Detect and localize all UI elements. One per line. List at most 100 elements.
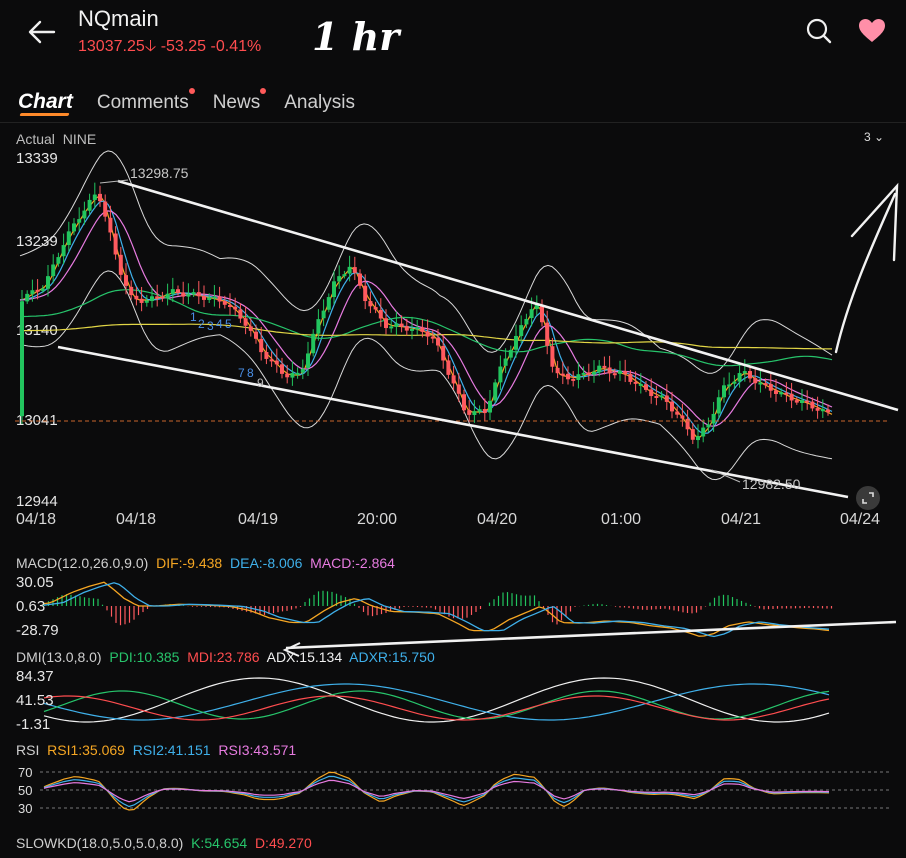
- dmi-tick: 84.37: [16, 668, 54, 685]
- candle-body: [399, 323, 404, 327]
- candle-body: [46, 276, 50, 289]
- rsi-line: [43, 775, 830, 808]
- candle-body: [352, 267, 357, 273]
- candle-body: [124, 275, 128, 286]
- candle-body: [737, 373, 742, 382]
- nine-count-label: 9: [257, 376, 264, 390]
- candle-body: [150, 296, 154, 302]
- candle-body: [77, 219, 82, 223]
- candle-body: [456, 384, 461, 394]
- candle-body: [280, 364, 284, 374]
- nine-count-label: 4: [216, 317, 223, 331]
- candle-body: [389, 326, 394, 329]
- nine-count-label: 2: [198, 317, 205, 331]
- candle-body: [228, 304, 232, 307]
- candle-body: [488, 400, 492, 413]
- macd-dea-line: [43, 582, 830, 638]
- candle-body: [311, 333, 316, 354]
- candle-body: [586, 372, 591, 376]
- nine-count-label: 8: [247, 366, 254, 380]
- candle-body: [451, 375, 456, 384]
- candle-body: [800, 400, 804, 404]
- candle-body: [716, 397, 721, 414]
- candle-body: [212, 296, 217, 299]
- rsi-tick: 70: [18, 765, 33, 780]
- macd-tick: 30.05: [16, 574, 54, 591]
- candle-body: [290, 372, 295, 378]
- candle-body: [373, 307, 378, 310]
- rsi-panel: [43, 771, 830, 811]
- candle-body: [337, 276, 342, 282]
- candle-body: [35, 289, 40, 292]
- candle-body: [139, 298, 144, 303]
- candle-body: [384, 318, 388, 329]
- candle-body: [722, 385, 726, 398]
- candle-body: [649, 389, 654, 397]
- candle-body: [696, 436, 700, 441]
- candle-body: [779, 392, 784, 395]
- nine-count-label: 1: [190, 310, 197, 324]
- price-chart[interactable]: 13298.75 12982.50 1 2 3 4 5 7 8 9: [0, 0, 906, 858]
- candle-body: [628, 373, 633, 382]
- candle-body: [61, 245, 66, 257]
- candle-body: [638, 383, 643, 386]
- candle-body: [207, 297, 212, 301]
- candle-body: [342, 274, 347, 277]
- candle-body: [784, 392, 789, 395]
- candle-body: [129, 286, 134, 296]
- candle-body: [748, 371, 752, 379]
- candle-body: [363, 285, 368, 302]
- candle-body: [820, 409, 825, 412]
- candle-body: [826, 409, 830, 413]
- candle-body: [72, 223, 76, 232]
- macd-header: MACD(12.0,26.0,9.0) DIF:-9.438 DEA:-8.00…: [16, 555, 395, 571]
- rsi-header: RSI RSI1:35.069 RSI2:41.151 RSI3:43.571: [16, 742, 297, 758]
- candle-body: [358, 273, 362, 286]
- nine-count-label: 7: [238, 366, 245, 380]
- candle-body: [404, 326, 409, 331]
- candle-body: [40, 288, 45, 291]
- candlesticks: [20, 182, 830, 449]
- candle-body: [144, 300, 149, 303]
- moving-averages: [19, 194, 833, 438]
- candle-body: [248, 326, 253, 331]
- candle-body: [87, 199, 92, 211]
- candle-body: [607, 367, 612, 374]
- candle-body: [165, 293, 170, 299]
- candle-body: [540, 305, 544, 323]
- candle-body: [118, 254, 123, 275]
- candle-body: [436, 337, 440, 346]
- high-label: 13298.75: [130, 165, 189, 181]
- candle-body: [571, 378, 576, 381]
- candle-body: [560, 373, 565, 376]
- macd-panel: [43, 581, 833, 638]
- candle-body: [108, 217, 113, 233]
- candle-body: [332, 281, 336, 297]
- candle-body: [176, 289, 180, 293]
- candle-body: [306, 353, 310, 368]
- candle-body: [597, 365, 602, 373]
- candle-body: [254, 331, 258, 339]
- candle-body: [181, 292, 186, 297]
- candle-body: [92, 194, 97, 200]
- candle-body: [664, 395, 669, 402]
- dmi-line: [43, 683, 830, 721]
- candle-body: [701, 427, 706, 437]
- candle-body: [222, 301, 227, 305]
- slowkd-header: SLOWKD(18.0,5.0,5.0,8.0) K:54.654 D:49.2…: [16, 835, 312, 851]
- candle-body: [774, 390, 778, 394]
- candle-body: [789, 393, 794, 401]
- candle-body: [768, 383, 773, 391]
- candle-body: [170, 289, 175, 295]
- candle-body: [727, 384, 732, 387]
- candle-body: [555, 367, 560, 374]
- candle-body: [259, 338, 264, 353]
- candle-body: [269, 359, 274, 362]
- candle-body: [581, 372, 586, 375]
- candle-body: [545, 322, 550, 346]
- moving-average-line: [19, 200, 833, 435]
- candle-body: [472, 411, 477, 415]
- candle-body: [425, 331, 430, 337]
- macd-dif-line: [43, 581, 830, 637]
- candle-body: [690, 429, 695, 440]
